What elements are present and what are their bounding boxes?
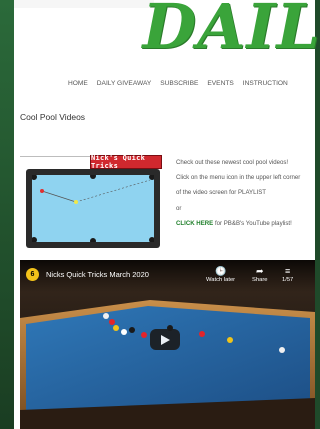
- table-felt: [26, 306, 310, 410]
- pocket-icon: [149, 237, 155, 243]
- playlist-link[interactable]: CLICK HERE: [176, 220, 213, 227]
- playlist-button[interactable]: ≡ 1/57: [282, 266, 293, 283]
- share-label: Share: [252, 277, 268, 283]
- object-ball-icon: [199, 331, 205, 337]
- description-line: Click on the menu icon in the upper left…: [176, 174, 301, 182]
- object-ball-icon: [113, 325, 119, 331]
- nav-home[interactable]: HOME: [68, 80, 88, 87]
- object-ball-icon: [40, 189, 44, 193]
- watch-later-label: Watch later: [206, 277, 236, 283]
- thumbnail-title-badge: Nick's Quick Tricks: [90, 154, 162, 170]
- video-title[interactable]: Nicks Quick Tricks March 2020: [46, 270, 149, 279]
- object-ball-icon: [129, 327, 135, 333]
- header-strip: [14, 0, 154, 8]
- playlist-icon: ≡: [285, 266, 291, 276]
- play-button[interactable]: [150, 329, 180, 350]
- description-line: or: [176, 204, 182, 212]
- description-line: of the video screen for PLAYLIST: [176, 189, 266, 197]
- video-description: Check out these newest cool pool videos!…: [176, 155, 316, 231]
- play-icon: [161, 334, 170, 345]
- cue-ball-icon: [103, 313, 109, 319]
- pocket-icon: [90, 238, 96, 244]
- cue-ball-icon: [74, 200, 78, 204]
- watch-later-button[interactable]: 🕒 Watch later: [206, 266, 235, 283]
- page: DAIL HOME DAILY GIVEAWAY SUBSCRIBE EVENT…: [14, 0, 320, 429]
- pocket-icon: [31, 237, 37, 243]
- object-ball-icon: [109, 319, 115, 325]
- page-title: Cool Pool Videos: [20, 112, 86, 122]
- pocket-icon: [31, 174, 37, 180]
- clock-icon: 🕒: [214, 266, 227, 276]
- nav-events[interactable]: EVENTS: [207, 80, 233, 87]
- shot-line: [75, 179, 151, 203]
- left-background-strip: [0, 0, 14, 429]
- shot-line: [41, 190, 77, 203]
- nav-daily-giveaway[interactable]: DAILY GIVEAWAY: [97, 80, 151, 87]
- description-line: Check out these newest cool pool videos!: [176, 159, 289, 166]
- playlist-count: 1/57: [282, 277, 294, 283]
- pool-table-thumbnail[interactable]: [26, 169, 160, 248]
- pocket-icon: [149, 174, 155, 180]
- pool-table-diagram: [31, 173, 155, 244]
- description-link-suffix: for PB&B's YouTube playlist!: [213, 219, 292, 227]
- description-line: CLICK HERE for PB&B's YouTube playlist!: [176, 216, 316, 231]
- youtube-video-player[interactable]: 6 Nicks Quick Tricks March 2020 🕒 Watch …: [20, 260, 315, 429]
- nav-subscribe[interactable]: SUBSCRIBE: [160, 80, 198, 87]
- object-ball-icon: [121, 329, 127, 335]
- channel-logo-icon[interactable]: 6: [26, 268, 39, 281]
- object-ball-icon: [279, 347, 285, 353]
- object-ball-icon: [227, 337, 233, 343]
- share-icon: ➦: [255, 266, 264, 276]
- pocket-icon: [90, 173, 96, 179]
- site-logo[interactable]: DAIL: [143, 0, 320, 63]
- nav-instruction[interactable]: INSTRUCTION: [243, 80, 288, 87]
- main-nav: HOME DAILY GIVEAWAY SUBSCRIBE EVENTS INS…: [68, 80, 288, 87]
- object-ball-icon: [141, 332, 147, 338]
- pool-table-felt: [31, 173, 155, 244]
- share-button[interactable]: ➦ Share: [252, 266, 267, 283]
